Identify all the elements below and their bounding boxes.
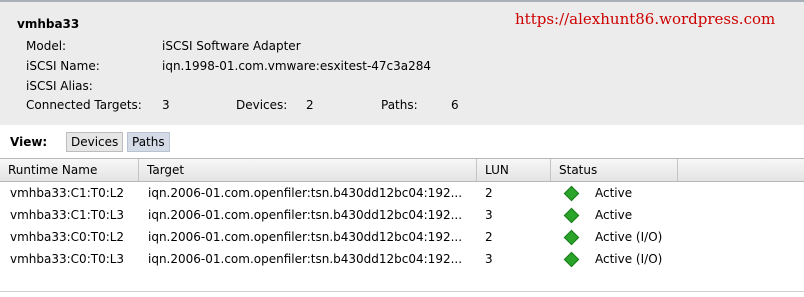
paths-count-label: Paths:	[381, 98, 418, 112]
watermark-url: https://alexhunt86.wordpress.com	[515, 10, 776, 28]
status-cell: Active	[595, 208, 633, 222]
iscsi-name-value: iqn.1998-01.com.vmware:esxitest-47c3a284	[162, 59, 432, 73]
lun-cell: 3	[485, 208, 493, 222]
runtime-name-cell: vmhba33:C1:T0:L2	[10, 186, 125, 200]
adapter-details-panel: vmhba33 https://alexhunt86.wordpress.com…	[0, 2, 804, 125]
table-row[interactable]: vmhba33:C1:T0:L2 iqn.2006-01.com.openfil…	[0, 182, 804, 204]
connected-targets-value: 3	[162, 98, 170, 112]
connected-targets-label: Connected Targets:	[26, 98, 142, 112]
lun-cell: 3	[485, 252, 493, 266]
iscsi-alias-label: iSCSI Alias:	[26, 79, 93, 93]
column-header-status[interactable]: Status	[551, 159, 678, 181]
table-row[interactable]: vmhba33:C0:T0:L2 iqn.2006-01.com.openfil…	[0, 226, 804, 248]
paths-count-value: 6	[451, 98, 459, 112]
status-cell: Active	[595, 186, 633, 200]
target-cell: iqn.2006-01.com.openfiler:tsn.b430dd12bc…	[148, 252, 463, 266]
green-diamond-icon	[563, 229, 580, 246]
lun-cell: 2	[485, 230, 493, 244]
runtime-name-cell: vmhba33:C0:T0:L2	[10, 230, 125, 244]
green-diamond-icon	[563, 207, 580, 224]
target-cell: iqn.2006-01.com.openfiler:tsn.b430dd12bc…	[148, 186, 463, 200]
view-paths-button[interactable]: Paths	[127, 132, 170, 152]
column-header-target[interactable]: Target	[139, 159, 477, 181]
lun-cell: 2	[485, 186, 493, 200]
runtime-name-cell: vmhba33:C0:T0:L3	[10, 252, 125, 266]
iscsi-name-label: iSCSI Name:	[26, 59, 100, 73]
column-header-runtime-name[interactable]: Runtime Name	[0, 159, 139, 181]
devices-count-label: Devices:	[236, 98, 288, 112]
status-cell: Active (I/O)	[595, 230, 663, 244]
view-devices-button[interactable]: Devices	[66, 132, 124, 152]
target-cell: iqn.2006-01.com.openfiler:tsn.b430dd12bc…	[148, 230, 463, 244]
column-header-lun[interactable]: LUN	[477, 159, 551, 181]
status-cell: Active (I/O)	[595, 252, 663, 266]
table-row[interactable]: vmhba33:C1:T0:L3 iqn.2006-01.com.openfil…	[0, 204, 804, 226]
table-header: Runtime Name Target LUN Status	[0, 158, 804, 182]
table-row[interactable]: vmhba33:C0:T0:L3 iqn.2006-01.com.openfil…	[0, 248, 804, 270]
runtime-name-cell: vmhba33:C1:T0:L3	[10, 208, 125, 222]
adapter-title: vmhba33	[17, 17, 80, 31]
column-header-empty	[678, 159, 804, 181]
view-label: View:	[10, 135, 48, 149]
green-diamond-icon	[563, 185, 580, 202]
target-cell: iqn.2006-01.com.openfiler:tsn.b430dd12bc…	[148, 208, 463, 222]
model-label: Model:	[26, 39, 67, 53]
model-value: iSCSI Software Adapter	[162, 39, 301, 53]
devices-count-value: 2	[306, 98, 314, 112]
green-diamond-icon	[563, 251, 580, 268]
paths-table: Runtime Name Target LUN Status vmhba33:C…	[0, 158, 804, 270]
bottom-divider	[0, 291, 804, 292]
